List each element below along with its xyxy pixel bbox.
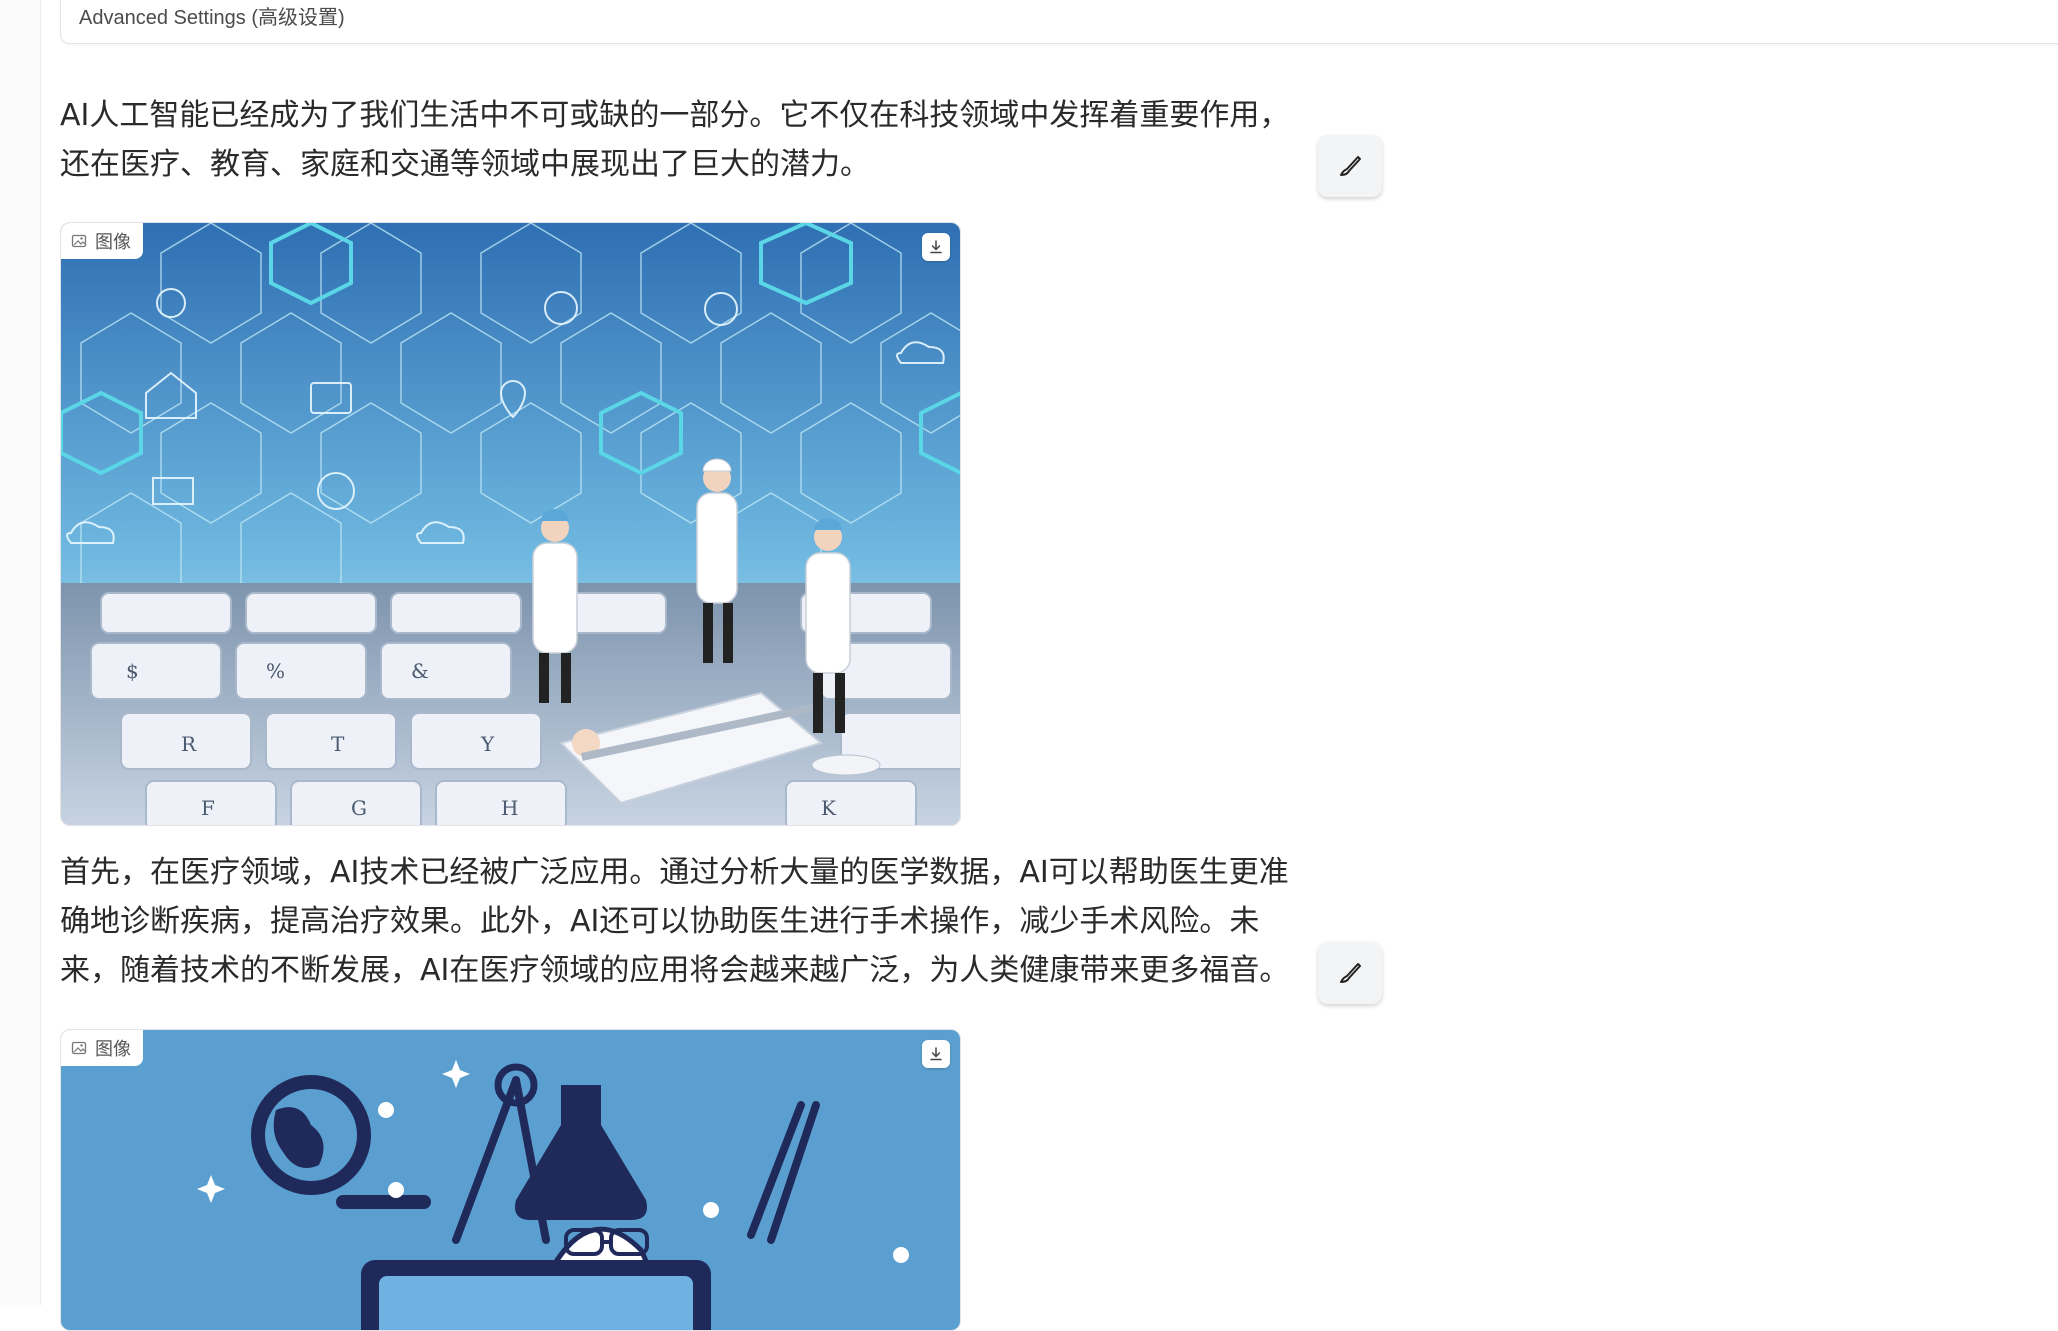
svg-text:F: F (201, 796, 215, 820)
brush-icon (1336, 959, 1364, 987)
download-icon (928, 239, 944, 255)
brush-icon (1336, 152, 1364, 180)
svg-text:&: & (411, 659, 429, 683)
image-label-tag: 图像 (61, 1030, 143, 1066)
paragraph-1: AI人工智能已经成为了我们生活中不可或缺的一部分。它不仅在科技领域中发挥着重要作… (60, 98, 1290, 182)
svg-text:R: R (181, 732, 197, 756)
svg-text:G: G (351, 796, 367, 820)
left-rail (0, 0, 41, 1305)
medical-ai-illustration: $ % & R T Y F G H K (61, 223, 960, 825)
svg-text:Y: Y (480, 732, 495, 756)
download-button-2[interactable] (922, 1040, 950, 1068)
svg-text:$: $ (126, 659, 139, 683)
edit-brush-button-2[interactable] (1318, 942, 1382, 1004)
image-label: 图像 (95, 232, 131, 252)
image-medical-ai: 图像 $ % & R T Y F G H K (60, 222, 961, 826)
image-science-ai: 图像 (60, 1029, 961, 1331)
advanced-settings-accordion[interactable]: Advanced Settings (高级设置) (60, 0, 2058, 44)
edit-brush-button-1[interactable] (1318, 135, 1382, 197)
science-ai-illustration (61, 1030, 960, 1330)
image-label: 图像 (95, 1039, 131, 1059)
svg-text:K: K (821, 796, 837, 820)
download-icon (928, 1046, 944, 1062)
svg-text:H: H (501, 796, 518, 820)
image-label-tag: 图像 (61, 223, 143, 259)
image-icon (71, 233, 87, 249)
advanced-settings-label: Advanced Settings (高级设置) (79, 7, 345, 29)
download-button-1[interactable] (922, 233, 950, 261)
svg-text:%: % (266, 659, 285, 683)
paragraph-2: 首先，在医疗领域，AI技术已经被广泛应用。通过分析大量的医学数据，AI可以帮助医… (60, 855, 1290, 988)
image-icon (71, 1040, 87, 1056)
svg-text:T: T (331, 732, 345, 756)
